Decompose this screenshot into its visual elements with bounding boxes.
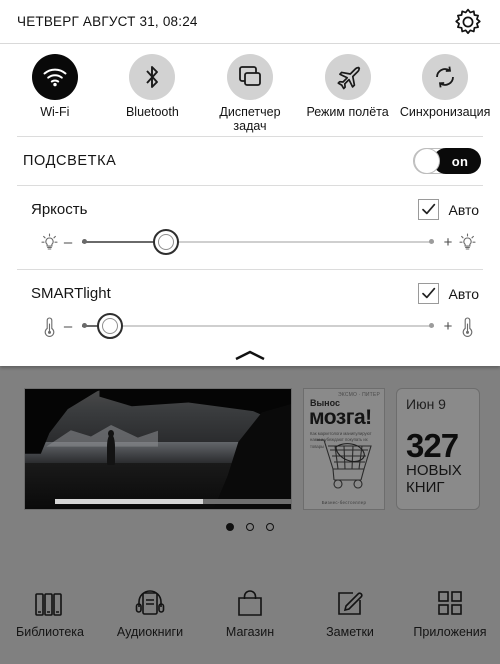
brightness-track-start [82, 239, 87, 244]
bluetooth-icon[interactable] [129, 54, 176, 100]
grid-apps-icon [400, 586, 500, 620]
brightness-plus[interactable]: + [440, 234, 456, 251]
smartlight-track [82, 325, 434, 327]
airplane-icon[interactable] [324, 54, 371, 100]
quick-toggle-airplane-mode[interactable]: Режим полёта [299, 54, 397, 136]
smartlight-auto-checkbox[interactable] [418, 283, 440, 304]
smartlight-header: SMARTlight Авто [0, 270, 500, 304]
carousel-page-dots[interactable] [0, 518, 500, 536]
quick-toggle-bluetooth[interactable]: Bluetooth [104, 54, 202, 136]
smartlight-auto-group[interactable]: Авто [418, 283, 479, 304]
brightness-auto-label: Авто [448, 201, 479, 218]
smartlight-minus[interactable]: – [60, 318, 76, 335]
gear-icon[interactable] [453, 7, 483, 37]
quick-toggle-label-task-manager: Диспетчер задач [219, 105, 281, 133]
quick-toggle-task-manager[interactable]: Диспетчер задач [201, 54, 299, 136]
page-dot-3[interactable] [266, 522, 275, 531]
wifi-icon[interactable] [31, 54, 78, 100]
news-count: 327 [406, 427, 459, 464]
status-datetime: ЧЕТВЕРГ АВГУСТ 31, 08:24 [17, 14, 198, 29]
note-pencil-icon [300, 586, 400, 620]
page-dot-1[interactable] [225, 522, 234, 531]
backlight-row: ПОДСВЕТКА on [0, 137, 500, 185]
quick-toggle-label-wifi: Wi-Fi [40, 105, 70, 119]
brightness-track-end [429, 239, 434, 244]
backlight-toggle-knob [414, 148, 440, 174]
lightbulb-icon [38, 232, 60, 252]
photo-scrollbar[interactable] [55, 499, 291, 504]
lightbulb-icon [456, 232, 478, 252]
quick-settings-panel: ЧЕТВЕРГ АВГУСТ 31, 08:24 Wi-Fi Bluetooth… [0, 0, 500, 366]
task-manager-icon[interactable] [226, 54, 273, 100]
carousel-photo-card[interactable] [24, 388, 292, 510]
smartlight-slider[interactable] [82, 313, 434, 339]
brightness-header: Яркость Авто [0, 186, 500, 220]
backlight-toggle-switch[interactable]: on [413, 148, 481, 174]
smartlight-title: SMARTlight [31, 285, 111, 302]
quick-toggle-label-bluetooth: Bluetooth [125, 105, 179, 119]
quick-toggle-label-sync: Синхронизация [399, 105, 491, 119]
smartlight-block: SMARTlight Авто – + [0, 270, 500, 339]
sync-icon[interactable] [422, 54, 469, 100]
smartlight-slider-thumb[interactable] [97, 313, 124, 339]
quick-toggle-sync[interactable]: Синхронизация [396, 54, 494, 136]
book-carousel[interactable]: ЭКСМО · ПИТЕР Вынос мозга! Как маркетоло… [0, 388, 500, 518]
brightness-slider-row: – + [0, 220, 500, 255]
carousel-book-card[interactable]: ЭКСМО · ПИТЕР Вынос мозга! Как маркетоло… [303, 388, 385, 510]
nav-item-library[interactable]: Библиотека [0, 586, 100, 639]
nav-item-store[interactable]: Магазин [200, 586, 300, 639]
bottom-navigation-bar: Библиотека Аудиокниги Магазин Заметки Пр… [0, 572, 500, 664]
status-bar: ЧЕТВЕРГ АВГУСТ 31, 08:24 [0, 0, 500, 44]
backlight-toggle-state: on [451, 153, 469, 169]
chevron-up-icon [235, 350, 265, 361]
nav-item-notes[interactable]: Заметки [300, 586, 400, 639]
nav-label-applications: Приложения [413, 625, 487, 639]
brightness-auto-checkbox[interactable] [418, 199, 440, 220]
nav-item-applications[interactable]: Приложения [400, 586, 500, 639]
nav-label-library: Библиотека [16, 625, 84, 639]
brightness-auto-group[interactable]: Авто [418, 199, 479, 220]
smartlight-track-end [429, 323, 434, 328]
news-line-1: НОВЫХ [406, 462, 462, 479]
panel-collapse-handle[interactable] [0, 345, 500, 367]
brightness-minus[interactable]: – [60, 234, 76, 251]
brightness-block: Яркость Авто – + [0, 186, 500, 255]
smartlight-slider-row: – + [0, 304, 500, 339]
thermometer-icon [38, 316, 60, 337]
quick-toggle-label-airplane-mode: Режим полёта [306, 105, 389, 119]
brightness-title: Яркость [31, 201, 88, 218]
news-line-2: КНИГ [406, 479, 445, 497]
book-title-big: мозга! [309, 406, 372, 429]
quick-toggle-row: Wi-Fi Bluetooth Диспетчер задач Режим по… [0, 44, 500, 136]
shopping-cart-illustration-icon [314, 433, 376, 491]
book-footer: Бизнес-бестселлер [321, 500, 367, 505]
smartlight-track-start [82, 323, 87, 328]
brightness-slider[interactable] [82, 229, 434, 255]
nav-label-notes: Заметки [326, 625, 374, 639]
page-dot-2[interactable] [246, 522, 254, 531]
carousel-news-card[interactable]: Июн 9 327 НОВЫХ КНИГ [396, 388, 480, 510]
nav-item-audiobooks[interactable]: Аудиокниги [100, 586, 200, 639]
headphones-book-icon [100, 586, 200, 620]
book-publisher: ЭКСМО · ПИТЕР [337, 392, 380, 398]
backlight-label: ПОДСВЕТКА [23, 153, 117, 169]
nav-label-store: Магазин [225, 625, 275, 639]
news-date: Июн 9 [406, 396, 446, 412]
brightness-slider-thumb[interactable] [153, 229, 180, 255]
smartlight-plus[interactable]: + [440, 318, 456, 335]
thermometer-icon [456, 316, 478, 337]
smartlight-auto-label: Авто [448, 285, 479, 302]
quick-toggle-wifi[interactable]: Wi-Fi [6, 54, 104, 136]
nav-label-audiobooks: Аудиокниги [116, 625, 184, 639]
books-icon [0, 586, 100, 620]
shopping-bag-icon [200, 586, 300, 620]
backlight-toggle-fill: on [433, 148, 481, 174]
photo-person-silhouette [107, 429, 116, 465]
